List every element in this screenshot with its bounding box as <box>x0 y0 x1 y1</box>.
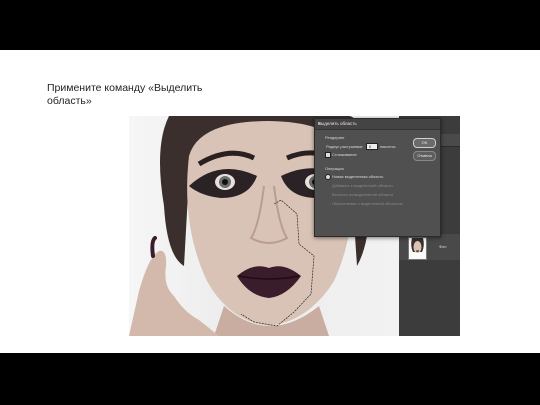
op-new-label: Новая выделенная область <box>332 174 384 179</box>
select-area-dialog: Выделить область × Рендеринг Радиус раст… <box>314 118 441 237</box>
op-add-label: Добавить к выделенной области <box>332 183 393 188</box>
op-intersect-label: Пересечение с выделенной областью <box>332 201 403 206</box>
dialog-titlebar: Выделить область × <box>315 119 440 130</box>
layer-row-background[interactable]: Фон <box>399 234 460 260</box>
slide: Примените команду «Выделить область» Фон… <box>0 50 540 353</box>
slide-caption: Примените команду «Выделить область» <box>47 82 203 107</box>
section-render-label: Рендеринг <box>325 135 345 140</box>
feather-unit: пикселы <box>380 144 396 149</box>
antialias-checkbox[interactable] <box>325 152 331 158</box>
section-operation-label: Операция <box>325 166 344 171</box>
feather-input[interactable]: 0 <box>366 143 378 150</box>
feather-label: Радиус растушевки: <box>326 144 364 149</box>
layer-name: Фон <box>439 244 447 249</box>
layer-thumbnail <box>408 237 427 260</box>
feather-value: 0 <box>369 144 372 149</box>
photoshop-screenshot: Слои Каналы Фон Выделить область × Ре <box>129 116 460 336</box>
op-subtract-label: Вычесть из выделенной области <box>332 192 393 197</box>
cancel-button[interactable]: Отмена <box>413 151 436 161</box>
radio-new-selection[interactable] <box>325 174 331 180</box>
antialias-label: Сглаживание <box>332 152 357 157</box>
ok-button[interactable]: OK <box>413 138 436 148</box>
close-icon[interactable]: × <box>318 121 436 126</box>
